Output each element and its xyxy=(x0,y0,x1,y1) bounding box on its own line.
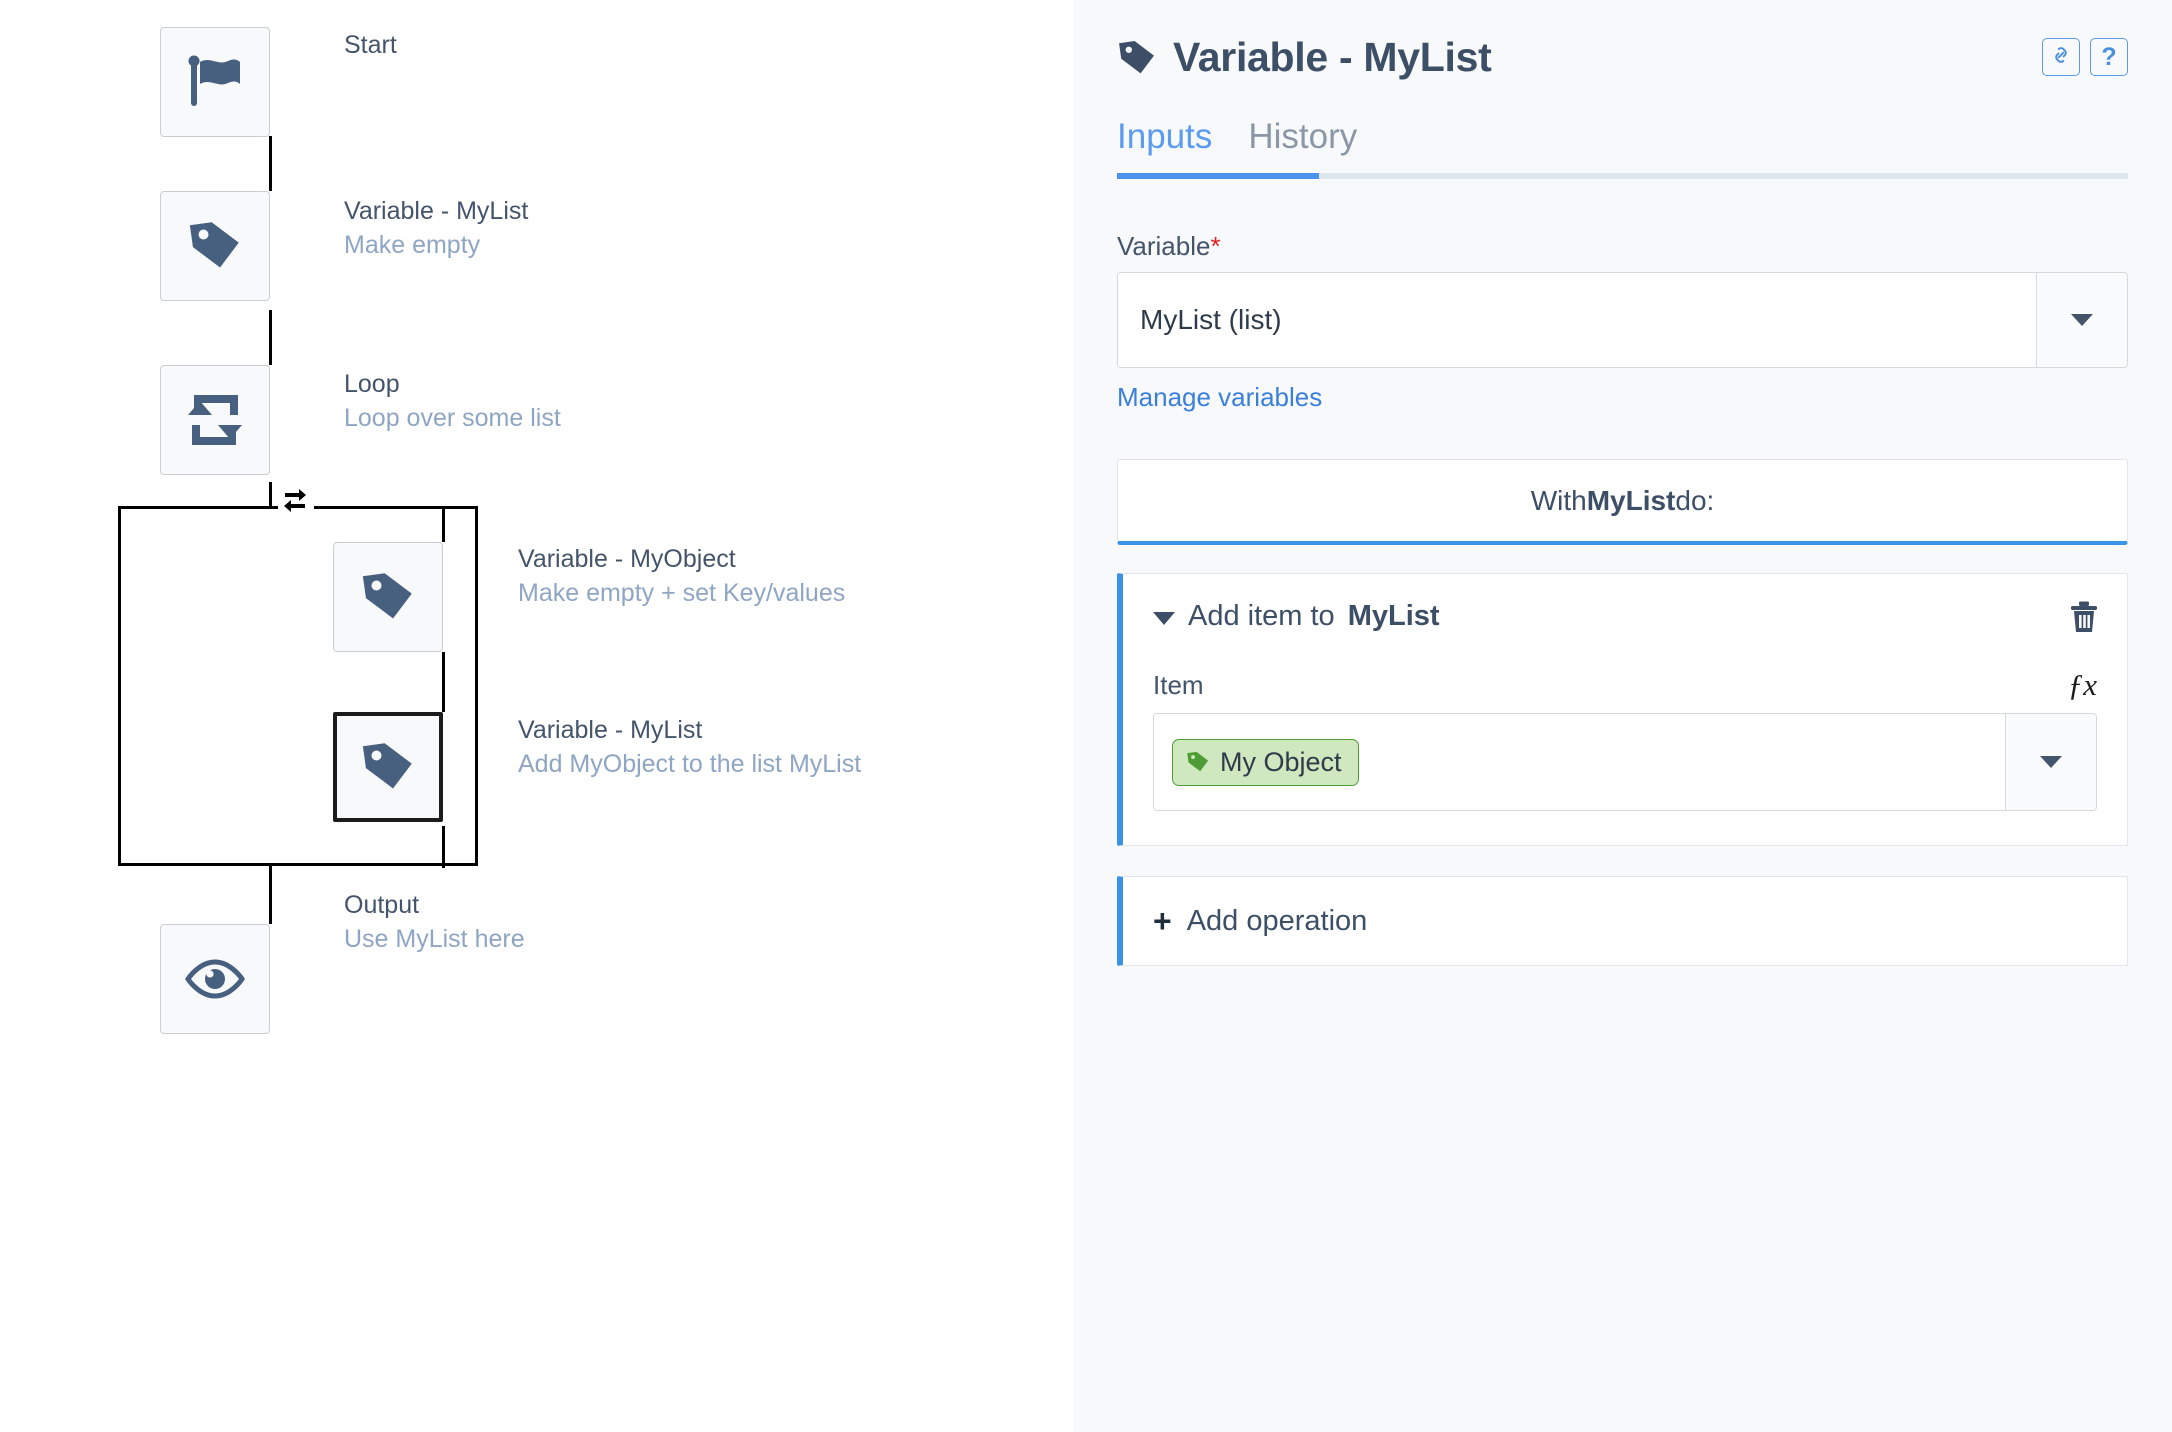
flag-icon xyxy=(186,54,244,110)
manage-variables-link[interactable]: Manage variables xyxy=(1117,382,1322,413)
link-icon-button[interactable] xyxy=(2042,38,2080,76)
flow-node-title: Start xyxy=(344,31,397,59)
chevron-down-icon xyxy=(2071,314,2093,326)
tab-history[interactable]: History xyxy=(1248,117,1357,179)
flow-node-title: Loop xyxy=(344,370,400,398)
tag-icon xyxy=(186,218,244,274)
add-operation-label: Add operation xyxy=(1186,904,1368,937)
flow-node-subtitle: Add MyObject to the list MyList xyxy=(518,749,862,778)
plus-icon: + xyxy=(1153,903,1172,939)
variable-chip-my-object[interactable]: My Object xyxy=(1172,738,1359,786)
operation-header[interactable]: Add item to MyList xyxy=(1153,600,2097,633)
tab-inputs-label: Inputs xyxy=(1117,117,1213,156)
variable-chip-label: My Object xyxy=(1220,746,1342,777)
with-do-prefix: With xyxy=(1530,484,1587,516)
detail-header: Variable - MyList ? xyxy=(1117,0,2128,81)
flow-node-subtitle: Make empty + set Key/values xyxy=(518,578,846,607)
tag-icon xyxy=(359,739,417,795)
detail-tabs: Inputs History xyxy=(1117,117,2128,179)
trash-icon[interactable] xyxy=(2069,600,2099,639)
operation-body: Item ƒx My Object xyxy=(1153,667,2097,811)
connector-bracket-to-varobj xyxy=(442,506,445,542)
flow-node-subtitle: Use MyList here xyxy=(344,924,525,953)
app-root: Start Variable - MyList Make empty Loop … xyxy=(0,0,2172,1432)
connector-bracket-to-output xyxy=(269,866,272,924)
connector-varlist-to-loop xyxy=(269,310,272,365)
connector-loop-to-bracket xyxy=(269,482,272,506)
with-variable-do-header: With MyList do: xyxy=(1117,459,2128,545)
fx-icon[interactable]: ƒx xyxy=(2068,667,2097,703)
repeat-icon xyxy=(186,393,244,447)
help-button[interactable]: ? xyxy=(2090,38,2128,76)
flow-node-subtitle: Make empty xyxy=(344,230,481,259)
item-select[interactable]: My Object xyxy=(1153,713,2097,811)
variable-select-value[interactable]: MyList (list) xyxy=(1118,273,2037,367)
variable-select[interactable]: MyList (list) xyxy=(1117,272,2128,368)
add-operation-button[interactable]: + Add operation xyxy=(1117,876,2128,966)
flow-node-title: Variable - MyList xyxy=(344,197,529,225)
operation-title-variable: MyList xyxy=(1347,600,1440,632)
operation-card-add-item: Add item to MyList Item ƒx My Object xyxy=(1117,573,2128,846)
chevron-down-icon[interactable] xyxy=(1153,612,1175,625)
flow-node-variable-myobject[interactable] xyxy=(333,542,443,652)
item-select-value[interactable]: My Object xyxy=(1154,714,2006,810)
flow-canvas[interactable]: Start Variable - MyList Make empty Loop … xyxy=(0,0,1073,1432)
flow-node-variable-mylist[interactable] xyxy=(160,191,270,301)
detail-panel: Variable - MyList ? Inputs History Varia… xyxy=(1073,0,2172,1432)
header-actions: ? xyxy=(2042,38,2128,76)
connector-varobj-to-varadd xyxy=(442,652,445,712)
question-icon: ? xyxy=(2101,42,2117,71)
with-do-variable: MyList xyxy=(1586,484,1676,516)
item-field-label: Item xyxy=(1153,669,1204,700)
variable-select-caret[interactable] xyxy=(2037,273,2127,367)
eye-icon xyxy=(184,957,246,1001)
tab-inputs[interactable]: Inputs xyxy=(1117,117,1212,179)
chevron-down-icon xyxy=(2040,756,2062,768)
repeat-small-icon xyxy=(278,486,314,516)
flow-node-start-label: Start xyxy=(344,30,397,61)
variable-field-label: Variable* xyxy=(1117,231,2128,262)
tab-underline-active xyxy=(1117,173,1319,179)
flow-node-variable-mylist-label: Variable - MyList Make empty xyxy=(344,196,528,260)
flow-node-variable-myobject-label: Variable - MyObject Make empty + set Key… xyxy=(518,544,845,608)
flow-node-output[interactable] xyxy=(160,924,270,1034)
flow-node-title: Variable - MyList xyxy=(518,716,703,744)
connector-varadd-to-bracket xyxy=(442,826,445,868)
page-title: Variable - MyList xyxy=(1173,34,1492,80)
flow-node-title: Output xyxy=(344,891,420,919)
flow-node-title: Variable - MyObject xyxy=(518,545,736,573)
flow-node-variable-mylist-add-label: Variable - MyList Add MyObject to the li… xyxy=(518,715,861,779)
variable-label-text: Variable xyxy=(1117,231,1211,261)
tab-history-label: History xyxy=(1248,117,1358,156)
operation-title-prefix: Add item to xyxy=(1188,600,1335,632)
tag-icon xyxy=(359,569,417,625)
tag-icon xyxy=(1186,750,1210,774)
link-icon xyxy=(2050,44,2072,71)
inputs-form: Variable* MyList (list) Manage variables… xyxy=(1117,231,2128,966)
item-select-caret[interactable] xyxy=(2006,714,2096,810)
tag-icon xyxy=(1117,38,1157,78)
flow-node-variable-mylist-add[interactable] xyxy=(333,712,443,822)
connector-start-to-varlist xyxy=(269,136,272,191)
flow-node-output-label: Output Use MyList here xyxy=(344,890,525,954)
with-do-suffix: do: xyxy=(1675,484,1715,516)
required-marker: * xyxy=(1210,231,1221,261)
flow-node-subtitle: Loop over some list xyxy=(344,403,561,432)
flow-node-start[interactable] xyxy=(160,27,270,137)
loop-bracket-bottom xyxy=(118,836,478,866)
flow-node-loop-label: Loop Loop over some list xyxy=(344,369,561,433)
flow-node-loop[interactable] xyxy=(160,365,270,475)
